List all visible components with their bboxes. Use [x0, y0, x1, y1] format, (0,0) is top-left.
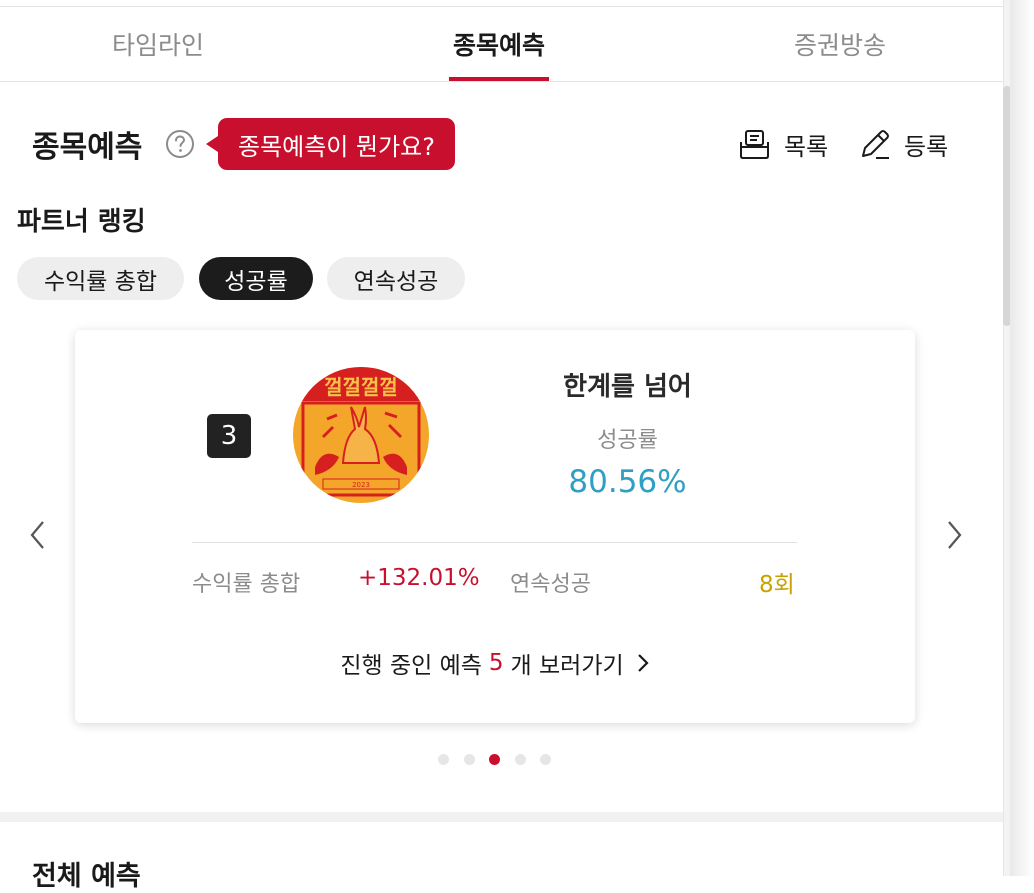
carousel-prev-button[interactable] [18, 515, 58, 555]
carousel-dot-active[interactable] [489, 754, 500, 765]
ongoing-predictions-link[interactable]: 진행 중인 예측 5 개 보러가기 [75, 646, 915, 680]
tab-stock-prediction[interactable]: 종목예측 [409, 7, 589, 81]
all-predictions-title: 전체 예측 [32, 861, 141, 892]
help-tooltip[interactable]: 종목예측이 뭔가요? [206, 118, 455, 170]
chip-success-rate[interactable]: 성공률 [199, 257, 313, 300]
ongoing-count: 5 [488, 650, 504, 676]
list-icon [740, 130, 769, 159]
window-edge [1010, 0, 1034, 876]
carousel-next-button[interactable] [934, 515, 974, 555]
chevron-right-icon [948, 521, 962, 549]
pencil-icon [862, 130, 889, 159]
tab-stock-broadcast[interactable]: 증권방송 [750, 7, 930, 81]
chip-total-return[interactable]: 수익률 총합 [17, 257, 184, 300]
chevron-left-icon [30, 521, 44, 549]
metric-value: 80.56% [568, 464, 687, 500]
ongoing-prefix: 진행 중인 예측 [340, 653, 482, 679]
tab-bar: 타임라인 종목예측 증권방송 [0, 7, 1003, 82]
carousel-dot[interactable] [463, 754, 475, 765]
register-label: 등록 [904, 132, 949, 161]
carousel-dot[interactable] [438, 754, 449, 765]
svg-text:2023: 2023 [352, 481, 370, 489]
question-circle-icon[interactable] [165, 129, 195, 159]
partner-nickname: 한계를 넘어 [563, 372, 692, 402]
active-tab-indicator [449, 77, 549, 81]
carousel-dot[interactable] [514, 754, 526, 765]
svg-text:껄껄껄껄: 껄껄껄껄 [324, 375, 398, 399]
card-divider [192, 542, 797, 543]
list-label: 목록 [784, 132, 829, 161]
total-return-value: +132.01% [358, 565, 480, 591]
register-button[interactable]: 등록 [858, 124, 948, 164]
ongoing-suffix: 개 보러가기 [510, 653, 624, 679]
carousel-dots [438, 754, 566, 766]
streak-value: 8회 [759, 572, 795, 598]
carousel-dot[interactable] [540, 754, 551, 765]
metric-label: 성공률 [597, 428, 658, 453]
avatar: 껄껄껄껄 2023 [293, 367, 429, 503]
chevron-right-icon [637, 654, 649, 672]
partner-card[interactable]: 3 껄껄껄껄 2023 한계를 넘어 성공률 80.56% 수익률 총합 +13… [75, 330, 915, 723]
tab-timeline[interactable]: 타임라인 [68, 7, 248, 81]
chip-streak[interactable]: 연속성공 [327, 257, 465, 300]
streak-label: 연속성공 [510, 572, 591, 597]
total-return-label: 수익률 총합 [192, 572, 301, 597]
partner-ranking-title: 파트너 랭킹 [17, 207, 146, 237]
list-button[interactable]: 목록 [738, 124, 828, 164]
rank-badge: 3 [207, 414, 251, 458]
section-separator [0, 812, 1003, 822]
help-tooltip-text: 종목예측이 뭔가요? [237, 132, 435, 161]
section-title: 종목예측 [32, 130, 143, 165]
